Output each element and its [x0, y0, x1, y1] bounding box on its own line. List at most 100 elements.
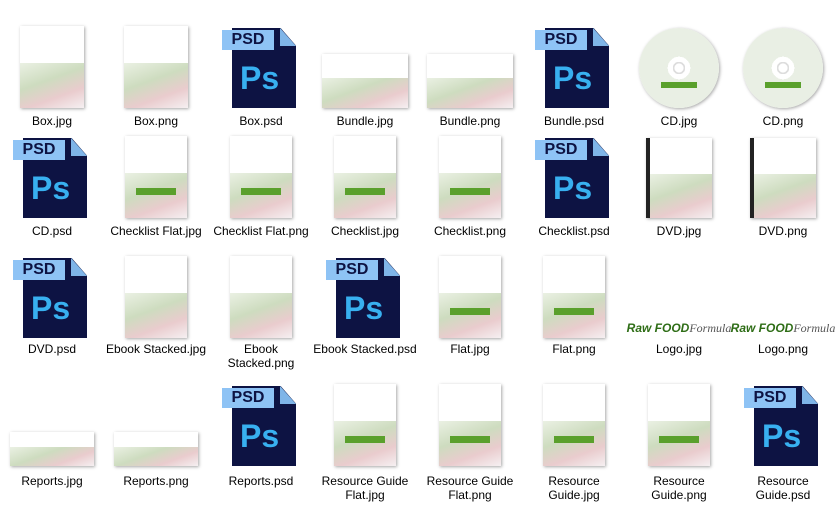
psd-tag: PSD — [535, 140, 587, 160]
cd-label-bar — [661, 82, 697, 88]
file-name-label: Ebook Stacked.jpg — [105, 342, 207, 356]
file-thumbnail — [629, 132, 729, 218]
file-item-logo-jpg[interactable]: Raw FOODFormula Logo.jpg — [627, 252, 732, 374]
file-thumbnail — [524, 252, 624, 338]
ebook-cover-image — [230, 136, 292, 218]
file-name-label: Box.png — [133, 114, 179, 128]
file-item-resource-guide-psd[interactable]: PSD Ps Resource Guide.psd — [731, 380, 835, 502]
cover-title-bar — [659, 436, 699, 444]
file-thumbnail — [106, 252, 206, 338]
ps-glyph: Ps — [240, 60, 280, 96]
file-thumbnail — [211, 132, 311, 218]
ebook-cover-image — [543, 256, 605, 338]
cd-disc-image — [639, 28, 719, 108]
file-item-ebook-stacked-psd[interactable]: PSD Ps Ebook Stacked.psd — [313, 252, 417, 374]
file-item-checklist-psd[interactable]: PSD Ps Checklist.psd — [522, 132, 626, 254]
file-item-ebook-stacked-jpg[interactable]: Ebook Stacked.jpg — [104, 252, 208, 374]
file-name-label: Bundle.jpg — [336, 114, 394, 128]
ebook-cover-image — [439, 384, 501, 466]
file-name-label: Checklist.jpg — [330, 224, 400, 238]
file-item-resource-guide-jpg[interactable]: Resource Guide.jpg — [522, 380, 626, 502]
cover-vegetable-art — [322, 78, 408, 108]
file-item-checklist-flat-png[interactable]: Checklist Flat.png — [209, 132, 313, 254]
file-item-dvd-png[interactable]: DVD.png — [731, 132, 835, 254]
file-thumbnail — [106, 22, 206, 108]
ebook-cover-image — [125, 136, 187, 218]
logo-raw-text: Raw — [626, 321, 655, 335]
cover-title-bar — [241, 188, 281, 196]
box-image — [20, 26, 84, 108]
file-item-flat-png[interactable]: Flat.png — [522, 252, 626, 374]
file-item-bundle-png[interactable]: Bundle.png — [418, 22, 522, 144]
logo-food-text: FOOD — [758, 321, 794, 335]
psd-tag: PSD — [222, 388, 274, 408]
file-item-reports-jpg[interactable]: Reports.jpg — [0, 380, 104, 502]
file-thumbnail: Raw FOODFormula — [731, 252, 836, 338]
file-item-cd-jpg[interactable]: CD.jpg — [627, 22, 731, 144]
file-item-dvd-psd[interactable]: PSD Ps DVD.psd — [0, 252, 104, 374]
cover-vegetable-art — [125, 292, 187, 338]
file-name-label: Bundle.psd — [543, 114, 605, 128]
file-item-resource-guide-flat-jpg[interactable]: Resource Guide Flat.jpg — [313, 380, 417, 502]
file-item-ebook-stacked-png[interactable]: Ebook Stacked.png — [209, 252, 313, 374]
ps-glyph: Ps — [762, 418, 802, 454]
psd-tag: PSD — [222, 30, 274, 50]
file-item-checklist-flat-jpg[interactable]: Checklist Flat.jpg — [104, 132, 208, 254]
photoshop-file-icon: PSD Ps — [13, 136, 91, 218]
ebook-cover-image — [334, 136, 396, 218]
logo-image: Raw FOODFormula — [627, 321, 732, 336]
file-thumbnail — [733, 22, 833, 108]
file-item-logo-png[interactable]: Raw FOODFormula Logo.png — [731, 252, 836, 374]
logo-formula-text: Formula — [793, 321, 836, 335]
file-thumbnail — [629, 22, 729, 108]
file-item-bundle-psd[interactable]: PSD Ps Bundle.psd — [522, 22, 626, 144]
ebook-cover-image — [439, 136, 501, 218]
file-thumbnail — [211, 252, 311, 338]
file-item-dvd-jpg[interactable]: DVD.jpg — [627, 132, 731, 254]
file-item-checklist-jpg[interactable]: Checklist.jpg — [313, 132, 417, 254]
file-thumbnail — [420, 380, 520, 466]
file-item-resource-guide-flat-png[interactable]: Resource Guide Flat.png — [418, 380, 522, 502]
cover-vegetable-art — [10, 447, 94, 466]
file-thumbnail: PSD Ps — [524, 22, 624, 108]
file-name-label: Ebook Stacked.psd — [313, 342, 417, 356]
reports-image — [114, 432, 198, 466]
file-name-label: Logo.jpg — [655, 342, 703, 356]
file-item-cd-png[interactable]: CD.png — [731, 22, 835, 144]
dvd-case-image — [646, 138, 712, 218]
file-name-label: Box.psd — [239, 114, 283, 128]
file-thumbnail — [629, 380, 729, 466]
file-item-bundle-jpg[interactable]: Bundle.jpg — [313, 22, 417, 144]
file-item-cd-psd[interactable]: PSD Ps CD.psd — [0, 132, 104, 254]
file-item-box-psd[interactable]: PSD Ps Box.psd — [209, 22, 313, 144]
cover-title-bar — [554, 436, 594, 444]
file-item-reports-psd[interactable]: PSD Ps Reports.psd — [209, 380, 313, 502]
file-item-box-png[interactable]: Box.png — [104, 22, 208, 144]
file-name-label: Checklist Flat.jpg — [110, 224, 202, 238]
file-thumbnail: PSD Ps — [2, 252, 102, 338]
dvd-case-image — [750, 138, 816, 218]
file-name-label: Checklist.png — [433, 224, 507, 238]
cover-title-bar — [450, 188, 490, 196]
ebook-cover-image — [648, 384, 710, 466]
file-thumbnail: PSD Ps — [315, 252, 415, 338]
file-name-label: CD.jpg — [660, 114, 698, 128]
file-item-reports-png[interactable]: Reports.png — [104, 380, 208, 502]
cover-vegetable-art — [754, 174, 816, 218]
file-thumbnail: PSD Ps — [733, 380, 833, 466]
psd-tag: PSD — [13, 260, 65, 280]
file-thumbnail: Raw FOODFormula — [627, 252, 732, 338]
file-thumbnail — [106, 132, 206, 218]
file-item-checklist-png[interactable]: Checklist.png — [418, 132, 522, 254]
bundle-image — [322, 54, 408, 108]
file-thumbnail — [420, 132, 520, 218]
file-name-label: Resource Guide Flat.png — [426, 474, 514, 502]
file-thumbnail — [315, 22, 415, 108]
logo-formula-text: Formula — [689, 321, 732, 335]
file-item-flat-jpg[interactable]: Flat.jpg — [418, 252, 522, 374]
file-name-label: Resource Guide.psd — [755, 474, 811, 502]
cover-vegetable-art — [114, 447, 198, 466]
cover-title-bar — [450, 436, 490, 444]
file-item-resource-guide-png[interactable]: Resource Guide.png — [627, 380, 731, 502]
file-item-box-jpg[interactable]: Box.jpg — [0, 22, 104, 144]
